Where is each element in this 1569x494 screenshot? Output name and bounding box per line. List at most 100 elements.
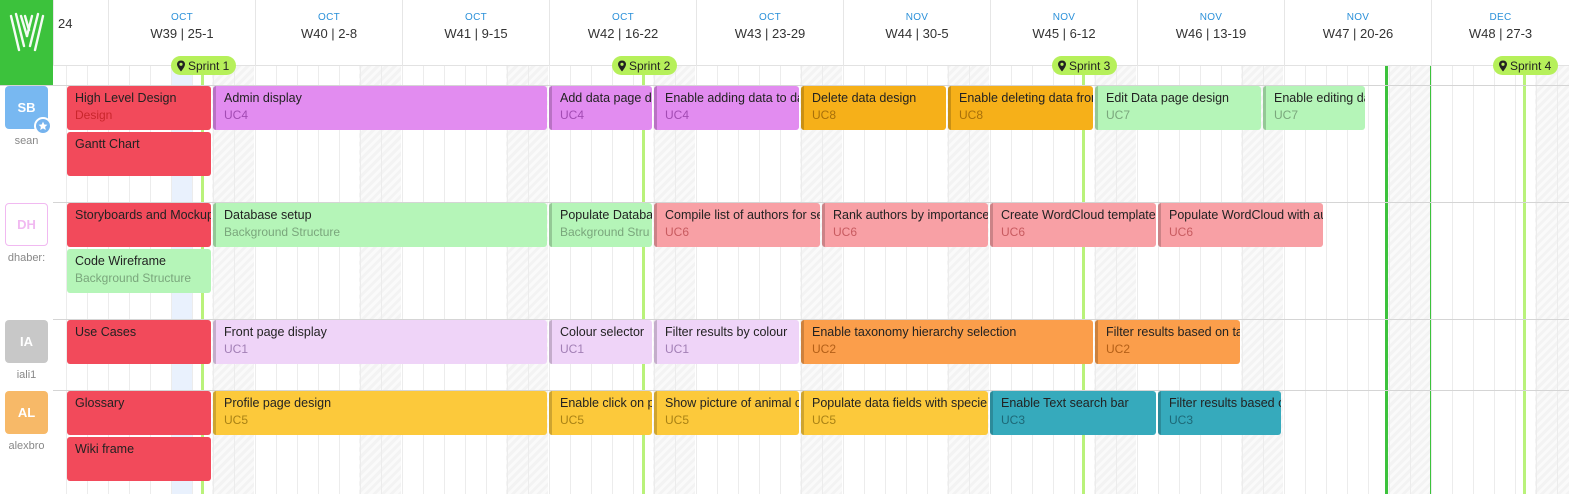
task-category: UC2 bbox=[1106, 342, 1131, 356]
task-title: High Level Design bbox=[75, 91, 177, 105]
task-title: Storyboards and Mockup bbox=[75, 208, 211, 222]
sprint-label: Sprint 4 bbox=[1510, 58, 1552, 73]
user-row-header: AL alexbro bbox=[0, 391, 53, 494]
week-column[interactable]: OCT W40 | 2-8 bbox=[255, 0, 402, 66]
task-bar[interactable]: Use Cases bbox=[67, 320, 211, 364]
sprint-label: Sprint 2 bbox=[629, 58, 671, 73]
sprint-pill-2[interactable]: Sprint 2 bbox=[612, 56, 678, 75]
task-bar[interactable]: Show picture of animal c UC5 bbox=[654, 391, 799, 435]
sprint-pill-1[interactable]: Sprint 1 bbox=[171, 56, 237, 75]
week-month: NOV bbox=[1199, 12, 1223, 23]
avatar-initials: SB bbox=[17, 100, 36, 115]
task-bar[interactable]: Storyboards and Mockup bbox=[67, 203, 211, 247]
day-gridline bbox=[1410, 66, 1411, 494]
week-column[interactable]: OCT W43 | 23-29 bbox=[696, 0, 843, 66]
task-bar[interactable]: Add data page d UC4 bbox=[549, 86, 652, 130]
avatar[interactable]: AL bbox=[5, 391, 48, 434]
week-column[interactable]: NOV W44 | 30-5 bbox=[843, 0, 990, 66]
task-title: Add data page d bbox=[560, 91, 652, 105]
task-bar[interactable]: Create WordCloud template UC6 bbox=[990, 203, 1156, 247]
task-bar[interactable]: Delete data design UC8 bbox=[801, 86, 946, 130]
week-month: DEC bbox=[1489, 12, 1512, 23]
avatar[interactable]: IA bbox=[5, 320, 48, 363]
task-bar[interactable]: Code Wireframe Background Structure bbox=[67, 249, 211, 293]
day-gridline bbox=[1347, 66, 1348, 494]
task-bar[interactable]: Populate WordCloud with au UC6 bbox=[1158, 203, 1323, 247]
task-category: UC6 bbox=[665, 225, 690, 239]
task-bar[interactable]: Filter results based on ta UC2 bbox=[1095, 320, 1240, 364]
day-gridline bbox=[1284, 66, 1285, 494]
task-category: UC8 bbox=[812, 108, 837, 122]
task-title: Database setup bbox=[224, 208, 312, 222]
task-title: Edit Data page design bbox=[1106, 91, 1230, 105]
task-bar[interactable]: Enable adding data to da UC4 bbox=[654, 86, 799, 130]
task-title: Enable Text search bar bbox=[1001, 396, 1129, 410]
sprint-pill-3[interactable]: Sprint 3 bbox=[1052, 56, 1118, 75]
user-name: alexbro bbox=[8, 440, 45, 452]
task-category: UC1 bbox=[560, 342, 585, 356]
task-category: Background Structure bbox=[224, 225, 341, 239]
day-gridline bbox=[1557, 66, 1558, 494]
week-column[interactable]: NOV W47 | 20-26 bbox=[1284, 0, 1431, 66]
task-bar[interactable]: Enable click on p UC5 bbox=[549, 391, 652, 435]
timeline-header: 24 OCT W39 | 25-1 OCT W40 | 2-8 OCT W41 … bbox=[0, 0, 1569, 66]
task-bar[interactable]: Enable editing da UC7 bbox=[1263, 86, 1365, 130]
task-title: Delete data design bbox=[812, 91, 917, 105]
task-bar[interactable]: Enable taxonomy hierarchy selection UC2 bbox=[801, 320, 1093, 364]
day-gridline bbox=[1536, 66, 1537, 494]
star-icon bbox=[34, 117, 52, 135]
weekend-shade bbox=[1388, 66, 1430, 494]
user-row-header: SB sean bbox=[0, 86, 53, 203]
avatar[interactable]: DH bbox=[5, 203, 48, 246]
week-month: NOV bbox=[905, 12, 929, 23]
logo-icon bbox=[9, 12, 44, 52]
task-bar[interactable]: Gantt Chart bbox=[67, 132, 211, 176]
task-category: UC6 bbox=[1169, 225, 1194, 239]
task-bar[interactable]: Glossary bbox=[67, 391, 211, 435]
week-label: W45 | 6-12 bbox=[1032, 26, 1096, 41]
task-bar[interactable]: Populate Databa Background Stru bbox=[549, 203, 652, 247]
sprint-label: Sprint 1 bbox=[188, 58, 230, 73]
task-bar[interactable]: Wiki frame bbox=[67, 437, 211, 481]
task-category: UC1 bbox=[665, 342, 690, 356]
task-bar[interactable]: Filter results based o UC3 bbox=[1158, 391, 1281, 435]
pin-icon bbox=[618, 60, 626, 71]
avatar[interactable]: SB bbox=[5, 86, 52, 135]
avatar-initials: IA bbox=[20, 334, 33, 349]
day-gridline bbox=[1368, 66, 1369, 494]
week-column[interactable]: OCT W41 | 9-15 bbox=[402, 0, 549, 66]
task-bar[interactable]: Filter results by colour UC1 bbox=[654, 320, 799, 364]
avatar-initials: AL bbox=[17, 405, 36, 420]
task-title: Use Cases bbox=[75, 325, 137, 339]
task-bar[interactable]: Colour selector UC1 bbox=[549, 320, 652, 364]
task-bar[interactable]: Database setup Background Structure bbox=[213, 203, 547, 247]
week-label: W44 | 30-5 bbox=[885, 26, 949, 41]
task-bar[interactable]: Rank authors by importance UC6 bbox=[822, 203, 988, 247]
task-bar[interactable]: Admin display UC4 bbox=[213, 86, 547, 130]
task-bar[interactable]: High Level Design Design bbox=[67, 86, 211, 130]
sprint-pill-4[interactable]: Sprint 4 bbox=[1493, 56, 1559, 75]
task-category: UC4 bbox=[224, 108, 249, 122]
task-bar[interactable]: Compile list of authors for se UC6 bbox=[654, 203, 820, 247]
task-bar[interactable]: Enable Text search bar UC3 bbox=[990, 391, 1156, 435]
week-label: W40 | 2-8 bbox=[300, 26, 358, 41]
task-bar[interactable]: Profile page design UC5 bbox=[213, 391, 547, 435]
day-gridline bbox=[1431, 66, 1432, 494]
task-category: UC5 bbox=[560, 413, 585, 427]
avatar-initials: DH bbox=[17, 217, 36, 232]
task-title: Enable deleting data fron bbox=[959, 91, 1093, 105]
day-gridline bbox=[1494, 66, 1495, 494]
week-month: OCT bbox=[758, 12, 781, 23]
week-label: W47 | 20-26 bbox=[1322, 26, 1394, 41]
week-column[interactable]: NOV W46 | 13-19 bbox=[1137, 0, 1284, 66]
week-month: NOV bbox=[1346, 12, 1370, 23]
task-category: UC4 bbox=[560, 108, 585, 122]
task-category: UC7 bbox=[1274, 108, 1299, 122]
task-bar[interactable]: Edit Data page design UC7 bbox=[1095, 86, 1261, 130]
app-logo[interactable] bbox=[0, 0, 53, 66]
task-title: Filter results based on ta bbox=[1106, 325, 1240, 339]
task-title: Admin display bbox=[224, 91, 302, 105]
task-bar[interactable]: Enable deleting data fron UC8 bbox=[948, 86, 1093, 130]
task-bar[interactable]: Front page display UC1 bbox=[213, 320, 547, 364]
task-bar[interactable]: Populate data fields with specie UC5 bbox=[801, 391, 988, 435]
